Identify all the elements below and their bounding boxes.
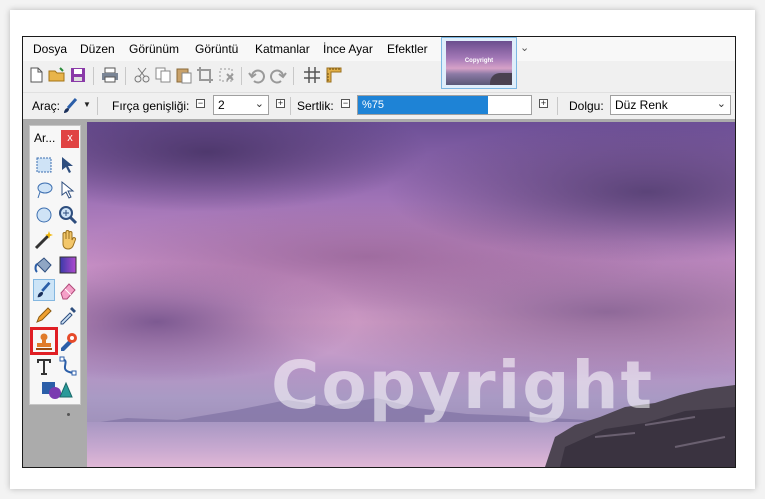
panel-resize-dot <box>67 413 70 416</box>
pan-tool[interactable] <box>57 229 79 251</box>
image-tab-thumbnail[interactable]: Copyright <box>441 37 517 89</box>
separator <box>93 67 94 85</box>
thumbnail-watermark: Copyright <box>464 58 494 64</box>
hardness-slider[interactable]: %75 <box>357 95 532 115</box>
paste-icon[interactable] <box>175 66 193 84</box>
separator <box>241 67 242 85</box>
zoom-tool[interactable] <box>57 204 79 226</box>
main-toolbar <box>23 63 423 87</box>
separator <box>293 67 294 85</box>
shapes-icon <box>42 381 73 399</box>
image-canvas[interactable]: Copyright <box>87 122 735 467</box>
workspace: Copyright <box>23 119 735 467</box>
recolor-tool[interactable] <box>57 330 79 352</box>
app-window: Dosya Düzen Görünüm Görüntü Katmanlar İn… <box>22 36 736 468</box>
menu-view[interactable]: Görünüm <box>129 42 179 56</box>
gradient-tool[interactable] <box>57 254 79 276</box>
rectangle-select-tool[interactable] <box>33 154 55 176</box>
ruler-icon[interactable] <box>325 66 343 84</box>
move-arrow-icon <box>62 157 73 173</box>
crop-icon[interactable] <box>196 66 214 84</box>
tools-panel: Ar... x <box>29 125 81 405</box>
paintbrush-icon[interactable] <box>61 97 79 115</box>
menu-file[interactable]: Dosya <box>33 42 67 56</box>
ellipse-select-icon <box>36 207 52 223</box>
eraser-icon <box>60 283 76 300</box>
eraser-tool[interactable] <box>57 279 79 301</box>
hardness-label: Sertlik: <box>297 99 334 113</box>
tool-label: Araç: <box>32 99 61 113</box>
move-selected-tool[interactable] <box>57 154 79 176</box>
new-file-icon[interactable] <box>27 66 45 84</box>
brush-width-label: Fırça genişliği: <box>112 99 190 113</box>
redo-icon[interactable] <box>269 66 287 84</box>
fill-value: Düz Renk <box>615 98 668 112</box>
recolor-icon <box>61 333 77 351</box>
tool-options-bar: Araç: ▼ Fırça genişliği: − 2 ⌄ + Sertlik… <box>23 92 735 120</box>
brush-width-input[interactable]: 2 ⌄ <box>213 95 269 115</box>
chevron-down-icon: ⌄ <box>716 98 726 110</box>
copy-icon[interactable] <box>154 66 172 84</box>
hardness-decrease-button[interactable]: − <box>341 99 350 108</box>
text-icon <box>37 359 51 375</box>
ellipse-select-tool[interactable] <box>33 204 55 226</box>
paintbrush-tool[interactable] <box>33 279 55 301</box>
separator <box>290 97 291 115</box>
lasso-select-tool[interactable] <box>33 179 55 201</box>
fill-label: Dolgu: <box>569 99 604 113</box>
menu-layers[interactable]: Katmanlar <box>255 42 310 56</box>
shapes-tool[interactable] <box>40 379 74 401</box>
hardness-increase-button[interactable]: + <box>539 99 548 108</box>
undo-icon[interactable] <box>248 66 266 84</box>
magic-wand-icon <box>34 231 53 250</box>
hardness-value: %75 <box>362 99 385 111</box>
separator <box>125 67 126 85</box>
pencil-icon <box>36 307 52 323</box>
brush-width-increase-button[interactable]: + <box>276 99 285 108</box>
rectangle-select-icon <box>36 157 52 173</box>
tools-panel-close-button[interactable]: x <box>61 130 79 148</box>
zoom-icon <box>59 206 78 225</box>
paint-bucket-tool[interactable] <box>33 254 55 276</box>
clone-stamp-icon <box>36 333 52 350</box>
lasso-icon <box>37 182 53 199</box>
menu-image[interactable]: Görüntü <box>195 42 238 56</box>
print-icon[interactable] <box>101 66 119 84</box>
copyright-watermark: Copyright <box>271 347 654 424</box>
eyedropper-icon <box>60 307 76 325</box>
pencil-tool[interactable] <box>33 304 55 326</box>
move-selection-icon <box>61 180 75 199</box>
menu-adjustments[interactable]: İnce Ayar <box>323 42 373 56</box>
menu-bar: Dosya Düzen Görünüm Görüntü Katmanlar İn… <box>23 37 735 61</box>
separator <box>557 97 558 115</box>
color-picker-tool[interactable] <box>57 304 79 326</box>
gradient-icon <box>59 256 77 274</box>
paintbrush-tool-icon <box>37 281 51 298</box>
tools-panel-title: Ar... <box>34 131 56 145</box>
thumbnail-rock <box>490 73 512 85</box>
move-selection-tool[interactable] <box>57 179 79 201</box>
grid-icon[interactable] <box>303 66 321 84</box>
brush-width-decrease-button[interactable]: − <box>196 99 205 108</box>
tool-dropdown-icon[interactable]: ▼ <box>83 100 91 109</box>
tabs-dropdown-icon[interactable]: ⌄ <box>520 41 529 54</box>
deselect-icon[interactable] <box>217 66 235 84</box>
paint-bucket-icon <box>34 257 52 273</box>
cut-icon[interactable] <box>133 66 151 84</box>
chevron-down-icon: ⌄ <box>254 98 264 110</box>
magic-wand-tool[interactable] <box>33 229 55 251</box>
save-icon[interactable] <box>69 66 87 84</box>
menu-edit[interactable]: Düzen <box>80 42 115 56</box>
open-folder-icon[interactable] <box>48 66 66 84</box>
text-tool[interactable] <box>33 355 55 377</box>
fill-select[interactable]: Düz Renk ⌄ <box>610 95 731 115</box>
thumbnail-image: Copyright <box>446 41 512 85</box>
clone-stamp-tool[interactable] <box>30 327 58 355</box>
menu-effects[interactable]: Efektler <box>387 42 428 56</box>
line-curve-tool[interactable] <box>57 355 79 377</box>
line-curve-icon <box>59 356 77 376</box>
hand-icon <box>62 230 77 250</box>
brush-width-value: 2 <box>218 98 225 112</box>
separator <box>97 97 98 115</box>
